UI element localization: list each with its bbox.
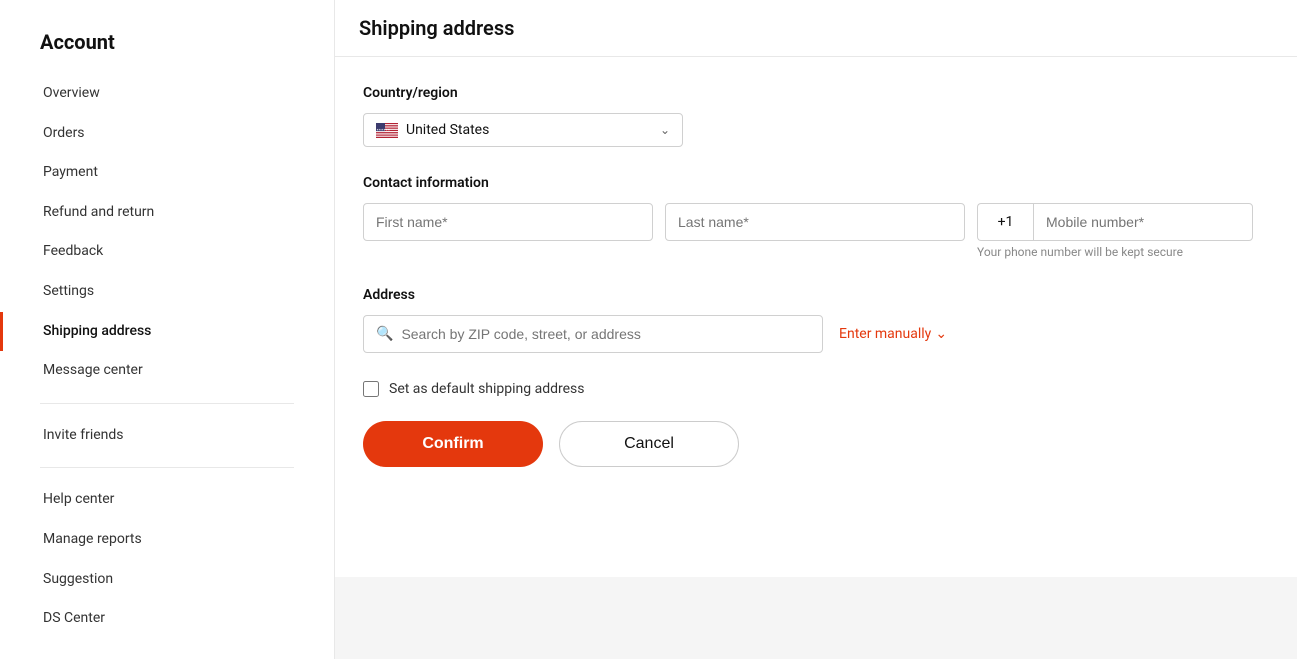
address-search-box[interactable]: 🔍: [363, 315, 823, 353]
phone-code: +1: [977, 203, 1033, 241]
phone-hint: Your phone number will be kept secure: [977, 245, 1183, 259]
sidebar: Account Overview Orders Payment Refund a…: [0, 0, 335, 659]
country-name: United States: [406, 122, 489, 138]
button-row: Confirm Cancel: [363, 421, 1269, 467]
sidebar-item-payment[interactable]: Payment: [0, 153, 334, 193]
sidebar-item-feedback[interactable]: Feedback: [0, 232, 334, 272]
phone-group: +1 Your phone number will be kept secure: [977, 203, 1253, 259]
default-address-row: Set as default shipping address: [363, 381, 1269, 397]
sidebar-item-ds-center[interactable]: DS Center: [0, 599, 334, 639]
sidebar-item-refund-and-return[interactable]: Refund and return: [0, 193, 334, 233]
sidebar-item-manage-reports[interactable]: Manage reports: [0, 520, 334, 560]
phone-row: +1: [977, 203, 1253, 241]
form-container: Country/region: [335, 57, 1297, 577]
chevron-down-icon: ⌄: [660, 123, 670, 137]
sidebar-item-overview[interactable]: Overview: [0, 74, 334, 114]
enter-manually-label: Enter manually: [839, 326, 931, 342]
search-icon: 🔍: [376, 326, 393, 342]
enter-manually-chevron-icon: ⌄: [935, 326, 947, 342]
sidebar-item-message-center[interactable]: Message center: [0, 351, 334, 391]
contact-row: +1 Your phone number will be kept secure: [363, 203, 1269, 259]
first-name-input[interactable]: [363, 203, 653, 241]
svg-text:★★★★★★: ★★★★★★: [377, 127, 391, 131]
main-content: Shipping address Country/region: [335, 0, 1297, 659]
confirm-button[interactable]: Confirm: [363, 421, 543, 467]
sidebar-item-shipping-address[interactable]: Shipping address: [0, 312, 334, 352]
sidebar-item-suggestion[interactable]: Suggestion: [0, 560, 334, 600]
country-select[interactable]: ★★★★★★ United States ⌄: [363, 113, 683, 147]
mobile-number-input[interactable]: [1033, 203, 1253, 241]
default-address-label: Set as default shipping address: [389, 381, 585, 397]
sidebar-item-invite-friends[interactable]: Invite friends: [0, 416, 334, 456]
sidebar-item-orders[interactable]: Orders: [0, 114, 334, 154]
sidebar-item-help-center[interactable]: Help center: [0, 480, 334, 520]
address-section: Address 🔍 Enter manually ⌄: [363, 287, 1269, 353]
cancel-button[interactable]: Cancel: [559, 421, 739, 467]
sidebar-item-settings[interactable]: Settings: [0, 272, 334, 312]
sidebar-divider-2: [40, 467, 294, 468]
country-section-label: Country/region: [363, 85, 1269, 101]
sidebar-title: Account: [0, 20, 334, 74]
contact-section: Contact information +1 Your phone number…: [363, 175, 1269, 259]
address-search-input[interactable]: [401, 326, 810, 342]
address-search-wrapper: 🔍 Enter manually ⌄: [363, 315, 1269, 353]
country-section: Country/region: [363, 85, 1269, 147]
contact-section-label: Contact information: [363, 175, 1269, 191]
sidebar-divider-1: [40, 403, 294, 404]
address-section-label: Address: [363, 287, 1269, 303]
us-flag-icon: ★★★★★★: [376, 123, 398, 138]
country-select-left: ★★★★★★ United States: [376, 122, 489, 138]
default-address-checkbox[interactable]: [363, 381, 379, 397]
enter-manually-button[interactable]: Enter manually ⌄: [839, 326, 947, 342]
last-name-input[interactable]: [665, 203, 965, 241]
page-title: Shipping address: [335, 0, 1297, 57]
